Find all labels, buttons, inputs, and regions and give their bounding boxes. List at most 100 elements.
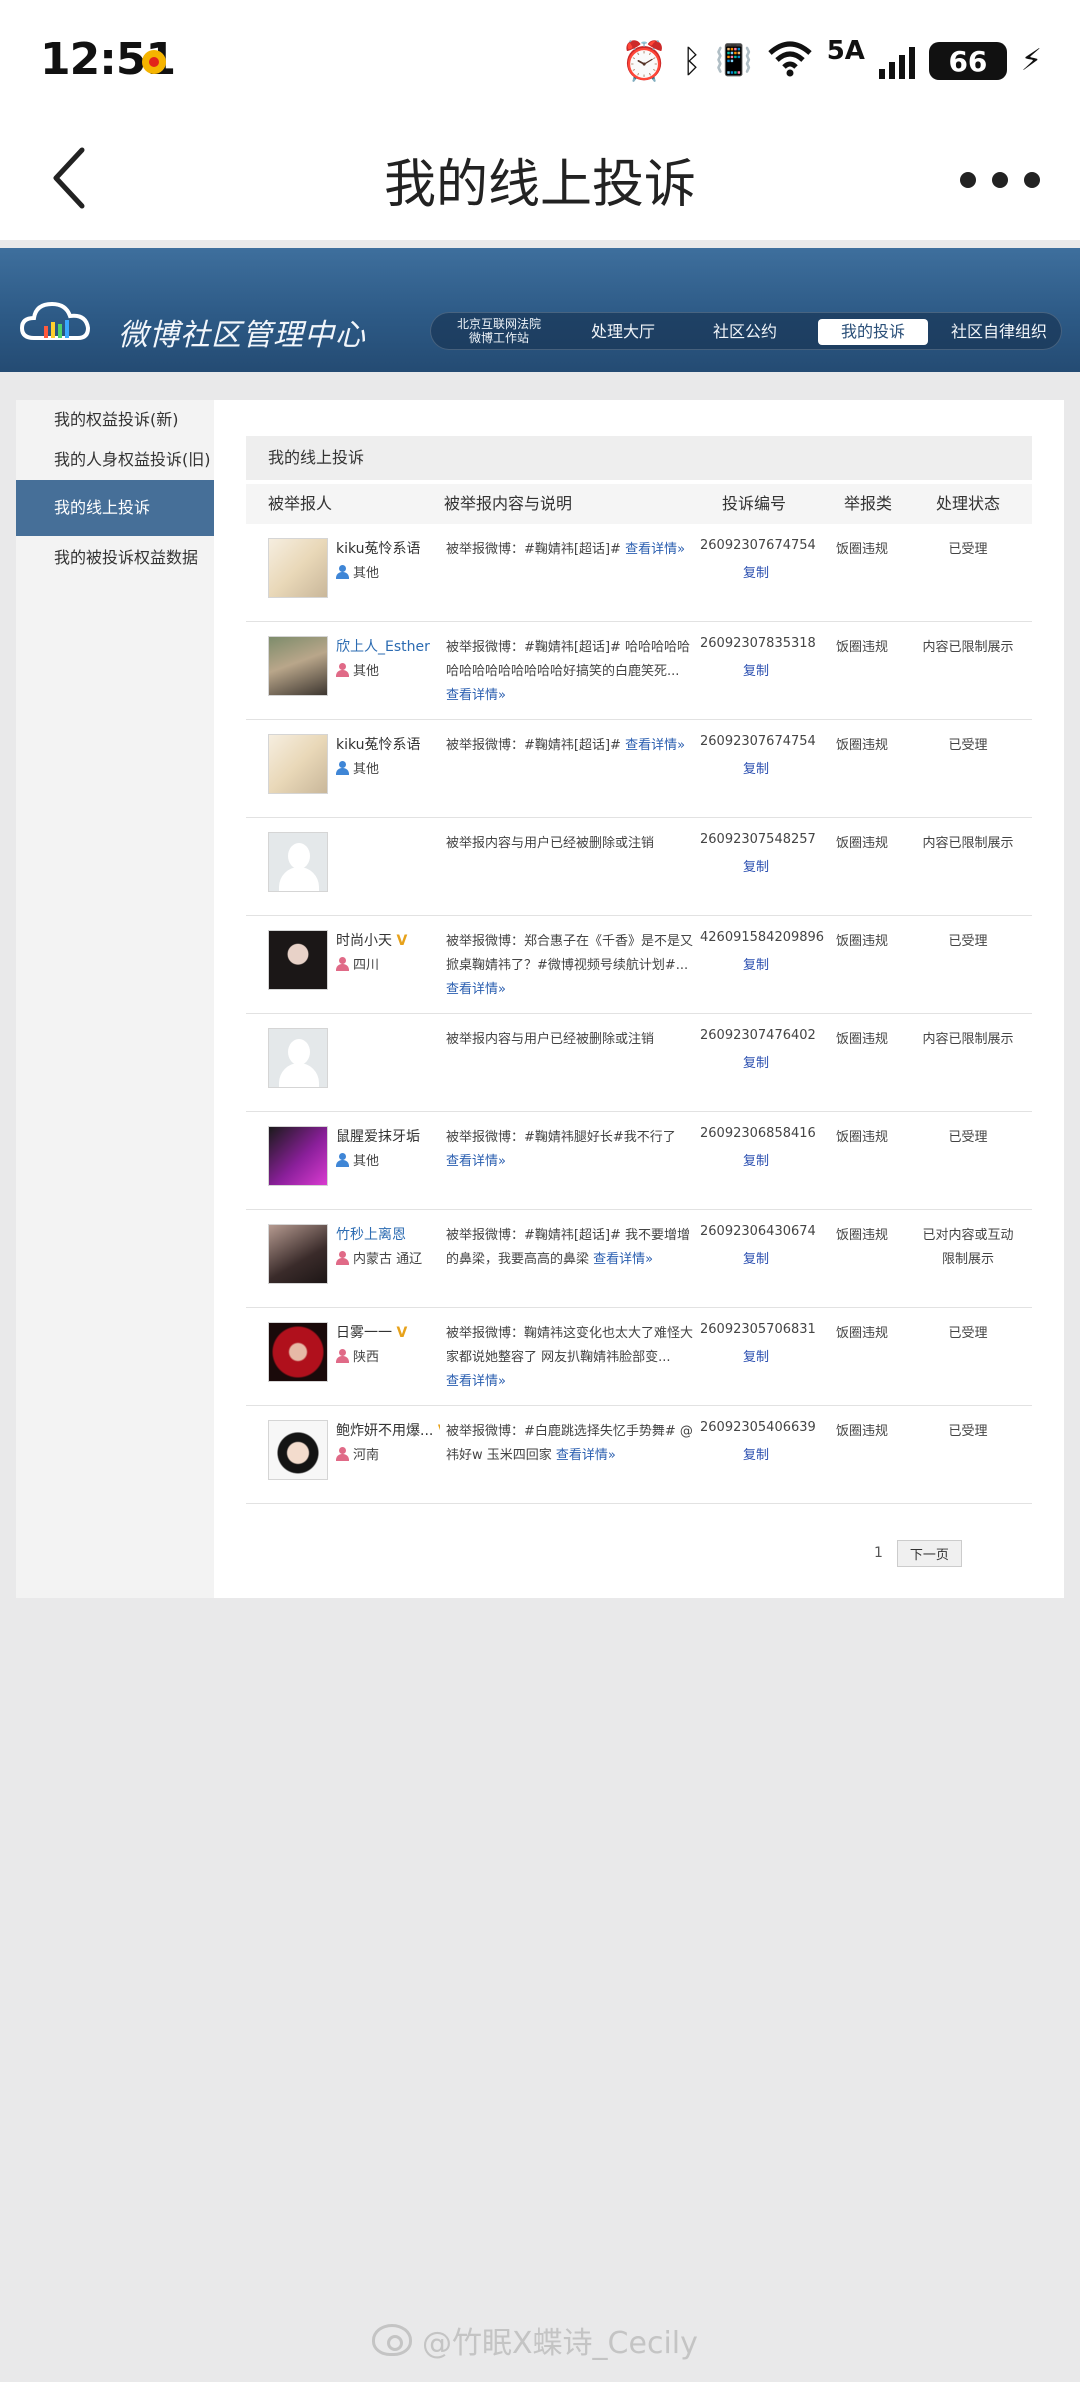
complaint-id: 26092307674754 [700,538,816,553]
sidebar-item-personal-rights-old[interactable]: 我的人身权益投诉(旧) [16,446,214,470]
report-type: 饭圈违规 [835,836,888,851]
section-title: 我的线上投诉 [246,436,1032,480]
avatar[interactable] [268,1322,328,1382]
reported-user-name[interactable]: 日雾一一 V [336,1322,440,1342]
table-row: 竹秒上离恩 内蒙古 通辽 被举报微博：#鞠婧祎[超话]# 我不要增增的鼻梁，我要… [246,1210,1032,1308]
report-content: 被举报微博：鞠婧祎这变化也太大了难怪大家都说她整容了 网友扒鞠婧祎脸部变... 查… [446,1326,694,1389]
reported-user-name[interactable]: 鼠腥爱抹牙垢 [336,1126,440,1146]
user-location: 四川 [336,954,379,973]
view-details-link[interactable]: 查看详情» [446,1154,506,1169]
column-header: 处理状态 [936,494,1001,513]
nav-item-hall[interactable]: 处理大厅 [573,313,673,351]
avatar[interactable] [268,1126,328,1186]
female-user-icon [336,1250,349,1265]
copy-button[interactable]: 复制 [700,954,812,973]
table-row: 被举报内容与用户已经被删除或注销 26092307476402 复制 饭圈违规 … [246,1014,1032,1112]
vibrate-icon: 📳 [715,43,753,78]
complaint-id: 26092306858416 [700,1126,816,1141]
column-header: 被举报人 [268,494,333,513]
female-user-icon [336,956,349,971]
page-title: 我的线上投诉 [383,155,696,215]
user-location: 河南 [336,1444,379,1463]
column-header: 举报类 [844,494,893,513]
copy-button[interactable]: 复制 [700,562,812,581]
report-content: 被举报微博：#鞠婧祎[超话]# 我不要增增的鼻梁，我要高高的鼻梁 查看详情» [446,1228,691,1267]
nav-item-my-complaints[interactable]: 我的投诉 [818,319,928,345]
nav-item-convention[interactable]: 社区公约 [695,313,795,351]
user-location: 陕西 [336,1346,379,1365]
reported-user-name[interactable]: 时尚小天 V [336,930,440,950]
copy-button[interactable]: 复制 [700,1444,812,1463]
copy-button[interactable]: 复制 [700,758,812,777]
view-details-link[interactable]: 查看详情» [625,542,685,557]
network-type: 5A [826,36,865,66]
view-details-link[interactable]: 查看详情» [446,982,506,997]
reported-user-name[interactable]: 鲍炸妍不用爆... V [336,1420,440,1440]
sidebar: 我的权益投诉(新) 我的人身权益投诉(旧) 我的线上投诉 我的被投诉权益数据 [16,400,214,1598]
content-panel: 我的权益投诉(新) 我的人身权益投诉(旧) 我的线上投诉 我的被投诉权益数据 我… [16,400,1064,1598]
sidebar-item-complained-data[interactable]: 我的被投诉权益数据 [16,544,214,568]
avatar[interactable] [268,930,328,990]
default-avatar-icon [268,832,328,892]
report-type: 饭圈违规 [835,1424,888,1439]
complaint-id: 26092307548257 [700,832,816,847]
report-content: 被举报内容与用户已经被删除或注销 [446,1032,655,1047]
status-text: 已对内容或互动限制展示 [922,1228,1014,1267]
report-content: 被举报微博：郑合惠子在《千香》是不是又掀桌鞠婧祎了？#微博视频号续航计划#...… [446,934,694,997]
report-type: 饭圈违规 [835,640,888,655]
table-row: 日雾一一 V 陕西 被举报微博：鞠婧祎这变化也太大了难怪大家都说她整容了 网友扒… [246,1308,1032,1406]
sidebar-item-online-complaints[interactable]: 我的线上投诉 [16,480,214,536]
status-icons: ⏰ ᛒ 📳 5A 66 ⚡ [621,36,1042,86]
male-user-icon [336,760,349,775]
current-page[interactable]: 1 [874,1545,883,1561]
table-row: 欣上人_Esther 其他 被举报微博：#鞠婧祎[超话]# 哈哈哈哈哈哈哈哈哈哈… [246,622,1032,720]
site-banner: 微博社区管理中心 北京互联网法院 微博工作站 处理大厅 社区公约 我的投诉 社区… [0,248,1080,372]
female-user-icon [336,662,349,677]
bluetooth-icon: ᛒ [682,42,702,80]
weibo-notification-icon [142,50,166,74]
male-user-icon [336,564,349,579]
watermark: @竹眠X蝶诗_Cecily [372,2318,698,2362]
copy-button[interactable]: 复制 [700,1150,812,1169]
copy-button[interactable]: 复制 [700,1248,812,1267]
status-text: 内容已限制展示 [922,1032,1014,1047]
avatar[interactable] [268,1224,328,1284]
reported-user-name[interactable]: kiku菟怜系语 [336,734,440,754]
reported-user-name[interactable]: kiku菟怜系语 [336,538,440,558]
copy-button[interactable]: 复制 [700,1052,812,1071]
view-details-link[interactable]: 查看详情» [446,688,506,703]
female-user-icon [336,1348,349,1363]
reported-user-name[interactable]: 竹秒上离恩 [336,1224,440,1244]
table-row: kiku菟怜系语 其他 被举报微博：#鞠婧祎[超话]# 查看详情» 260923… [246,524,1032,622]
avatar[interactable] [268,1420,328,1480]
more-dot-icon [960,172,976,188]
site-title: 微博社区管理中心 [118,318,366,353]
nav-item-self-regulation[interactable]: 社区自律组织 [943,313,1055,351]
copy-button[interactable]: 复制 [700,660,812,679]
view-details-link[interactable]: 查看详情» [593,1252,653,1267]
view-details-link[interactable]: 查看详情» [556,1448,616,1463]
next-page-button[interactable]: 下一页 [896,1539,962,1567]
view-details-link[interactable]: 查看详情» [625,738,685,753]
sidebar-item-rights-new[interactable]: 我的权益投诉(新) [16,406,214,430]
status-text: 已受理 [948,934,988,949]
table-row: 鼠腥爱抹牙垢 其他 被举报微博：#鞠婧祎腿好长#我不行了 查看详情» 260923… [246,1112,1032,1210]
nav-org-label[interactable]: 北京互联网法院 微博工作站 [449,317,549,345]
report-type: 饭圈违规 [835,1130,888,1145]
avatar[interactable] [268,734,328,794]
report-type: 饭圈违规 [835,738,888,753]
avatar[interactable] [268,636,328,696]
report-type: 饭圈违规 [835,934,888,949]
copy-button[interactable]: 复制 [700,1346,812,1365]
complaint-id: 26092307835318 [700,636,816,651]
avatar[interactable] [268,538,328,598]
table-row: kiku菟怜系语 其他 被举报微博：#鞠婧祎[超话]# 查看详情» 260923… [246,720,1032,818]
status-text: 已受理 [948,738,988,753]
reported-user-name[interactable]: 欣上人_Esther [336,636,440,656]
copy-button[interactable]: 复制 [700,856,812,875]
view-details-link[interactable]: 查看详情» [446,1374,506,1389]
status-text: 已受理 [948,1424,988,1439]
battery-icon: 66 [928,42,1007,80]
more-options-button[interactable] [960,160,1040,200]
site-nav: 北京互联网法院 微博工作站 处理大厅 社区公约 我的投诉 社区自律组织 [430,312,1062,350]
